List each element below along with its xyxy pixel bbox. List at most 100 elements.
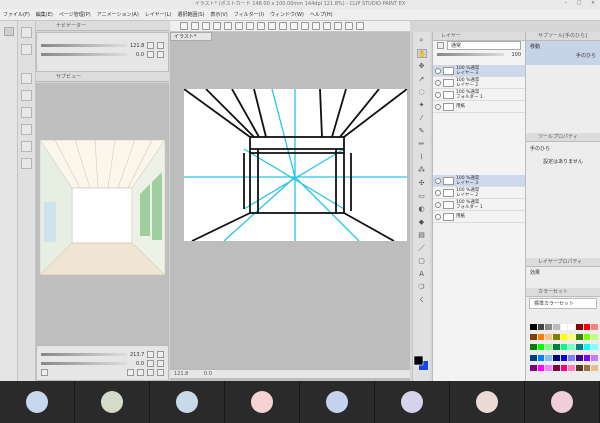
- nav-zoom-slider[interactable]: [41, 44, 127, 47]
- rotate-left-icon[interactable]: [147, 51, 154, 58]
- palette-swatch[interactable]: [530, 364, 537, 371]
- palette-swatch[interactable]: [591, 334, 598, 341]
- palette-swatch[interactable]: [552, 364, 560, 371]
- minimize-icon[interactable]: –: [565, 0, 568, 9]
- palette-swatch[interactable]: [575, 364, 583, 371]
- sub-zoom-slider[interactable]: [41, 353, 127, 356]
- visibility-icon[interactable]: [435, 213, 441, 220]
- visibility-icon[interactable]: [435, 177, 441, 184]
- palette-swatch[interactable]: [568, 364, 575, 371]
- subtool-item[interactable]: 移動: [530, 43, 596, 52]
- palette-swatch[interactable]: [575, 334, 583, 341]
- main-sub-color-icon[interactable]: [414, 356, 428, 370]
- subtool-tab[interactable]: サブツール[手のひら]: [526, 32, 600, 41]
- palette-swatch[interactable]: [591, 344, 598, 351]
- nav-rotate-value[interactable]: 0.0: [130, 52, 144, 58]
- hand-tool-icon[interactable]: ✋: [416, 49, 427, 58]
- palette-swatch[interactable]: [537, 354, 545, 361]
- zoom-tool-icon[interactable]: ⌕: [417, 36, 427, 45]
- next-image-icon[interactable]: [137, 369, 144, 376]
- ruler-icon[interactable]: [334, 22, 342, 30]
- open-icon[interactable]: [191, 22, 199, 30]
- palette-swatch[interactable]: [530, 344, 537, 351]
- brush-tool-icon[interactable]: ⌇: [417, 153, 427, 162]
- palette-swatch[interactable]: [560, 344, 568, 351]
- layer-row[interactable]: 用紙: [433, 211, 525, 223]
- sub-rotate-slider[interactable]: [41, 362, 127, 365]
- layer-tab[interactable]: レイヤー: [433, 32, 525, 41]
- menu-help[interactable]: ヘルプ(H): [307, 9, 336, 21]
- palette-swatch[interactable]: [545, 334, 552, 341]
- status-rotation[interactable]: 0.0: [204, 371, 212, 377]
- menu-animation[interactable]: アニメーション(A): [94, 9, 142, 21]
- color-set-select[interactable]: 標準カラーセット: [529, 298, 597, 309]
- snap-icon[interactable]: [301, 22, 309, 30]
- grid-icon[interactable]: [323, 22, 331, 30]
- rotate-left-icon[interactable]: [147, 360, 154, 367]
- move-tool-icon[interactable]: ✥: [417, 62, 427, 71]
- blend-mode-select[interactable]: 通常: [447, 41, 521, 50]
- palette-swatch[interactable]: [545, 324, 552, 330]
- pen-tool-icon[interactable]: ✎: [417, 127, 427, 136]
- settings-icon[interactable]: [356, 22, 364, 30]
- palette-swatch[interactable]: [530, 324, 537, 330]
- subview-tab[interactable]: サブビュー: [36, 72, 169, 82]
- menu-page[interactable]: ページ管理(P): [56, 9, 94, 21]
- panel-toggle-icon[interactable]: [21, 44, 32, 55]
- menu-filter[interactable]: フィルター(I): [231, 9, 267, 21]
- panel-toggle-icon[interactable]: [21, 73, 32, 84]
- palette-swatch[interactable]: [568, 334, 575, 341]
- panel-toggle-icon[interactable]: [21, 141, 32, 152]
- transform-icon[interactable]: [246, 22, 254, 30]
- zoom-out-icon[interactable]: [157, 351, 164, 358]
- selection-icon[interactable]: [257, 22, 265, 30]
- gradient-tool-icon[interactable]: ▤: [417, 231, 427, 240]
- palette-swatch[interactable]: [537, 344, 545, 351]
- palette-swatch[interactable]: [545, 344, 552, 351]
- palette-swatch[interactable]: [530, 334, 537, 341]
- palette-swatch[interactable]: [545, 364, 552, 371]
- palette-swatch[interactable]: [568, 324, 575, 330]
- panel-toggle-icon[interactable]: [21, 158, 32, 169]
- status-zoom[interactable]: 121.8: [174, 371, 188, 377]
- zoom-in-icon[interactable]: [147, 42, 154, 49]
- opacity-value[interactable]: 100: [507, 52, 521, 58]
- zoom-in-icon[interactable]: [147, 351, 154, 358]
- rotate-right-icon[interactable]: [157, 51, 164, 58]
- palette-swatch[interactable]: [591, 324, 598, 330]
- color-set-tab[interactable]: カラーセット: [526, 288, 600, 297]
- text-tool-icon[interactable]: A: [417, 270, 427, 279]
- clear-icon[interactable]: [235, 22, 243, 30]
- save-icon[interactable]: [202, 22, 210, 30]
- palette-swatch[interactable]: [583, 344, 591, 351]
- close-icon[interactable]: ×: [591, 0, 595, 9]
- dock-folder-icon[interactable]: [3, 27, 14, 36]
- balloon-tool-icon[interactable]: ❍: [417, 283, 427, 292]
- nav-rotate-slider[interactable]: [41, 53, 127, 56]
- palette-swatch[interactable]: [560, 334, 568, 341]
- tool-property-tab[interactable]: ツールプロパティ: [526, 133, 600, 142]
- snap-icon[interactable]: [290, 22, 298, 30]
- palette-swatch[interactable]: [591, 364, 598, 371]
- undo-icon[interactable]: [213, 22, 221, 30]
- layer-row[interactable]: 100 %通常 フォルダー 1: [433, 199, 525, 211]
- palette-swatch[interactable]: [537, 364, 545, 371]
- layer-row[interactable]: 100 %通常 フォルダー 1: [433, 89, 525, 101]
- blend-tool-icon[interactable]: ◐: [417, 205, 427, 214]
- layer-row[interactable]: 100 %通常 レイヤー 2: [433, 187, 525, 199]
- nav-zoom-value[interactable]: 121.8: [130, 43, 144, 49]
- palette-swatch[interactable]: [583, 354, 591, 361]
- layer-property-tab[interactable]: レイヤープロパティ: [526, 258, 600, 267]
- fill-icon[interactable]: [268, 22, 276, 30]
- redo-icon[interactable]: [224, 22, 232, 30]
- layer-row[interactable]: 100 %通常 レイヤー 2: [433, 77, 525, 89]
- import-image-icon[interactable]: [147, 369, 154, 376]
- palette-swatch[interactable]: [552, 324, 560, 330]
- layer-row[interactable]: 用紙: [433, 101, 525, 113]
- visibility-icon[interactable]: [435, 67, 441, 74]
- palette-swatch[interactable]: [583, 324, 591, 330]
- magic-wand-icon[interactable]: ✦: [417, 101, 427, 110]
- decoration-tool-icon[interactable]: ✣: [417, 179, 427, 188]
- palette-swatch[interactable]: [552, 344, 560, 351]
- perspective-icon[interactable]: [345, 22, 353, 30]
